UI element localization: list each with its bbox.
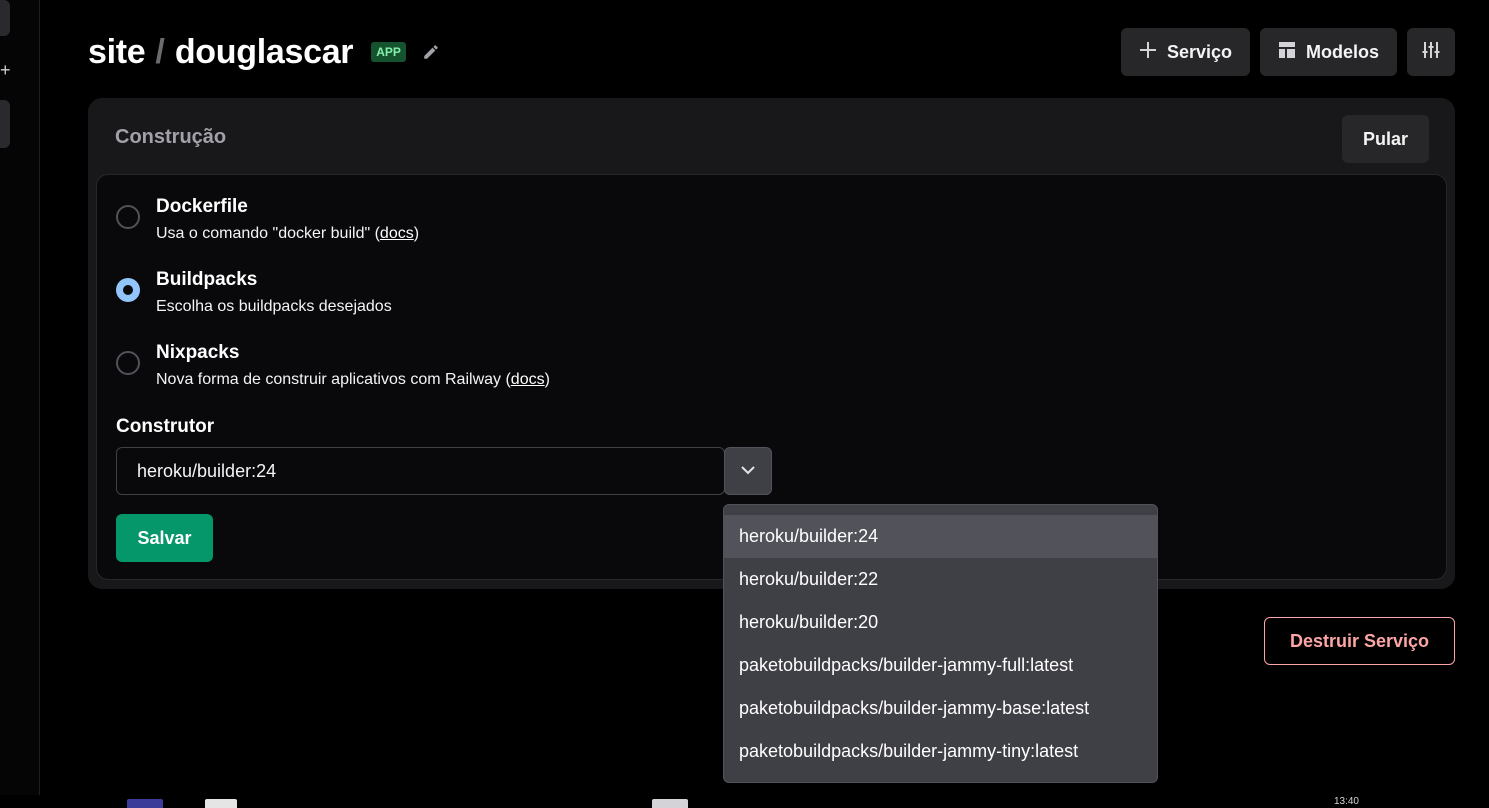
plus-icon (1139, 41, 1157, 64)
dropdown-option[interactable]: paketobuildpacks/builder-jammy-full:late… (724, 644, 1157, 687)
docs-link[interactable]: docs (511, 371, 545, 388)
builder-dropdown-toggle[interactable] (724, 447, 772, 495)
builder-label: Construtor (116, 416, 215, 437)
templates-label: Modelos (1305, 41, 1379, 62)
title-separator: / (155, 32, 165, 71)
skip-button[interactable]: Pular (1342, 115, 1429, 163)
option-title: Dockerfile (156, 196, 248, 217)
builder-input[interactable] (116, 447, 725, 495)
option-title: Buildpacks (156, 269, 258, 290)
left-rail: + (0, 0, 40, 795)
dropdown-option[interactable]: paketobuildpacks/builder-jammy-base:late… (724, 687, 1157, 730)
top-actions: Serviço Modelos (1120, 28, 1455, 76)
build-section-title: Construção (115, 126, 227, 148)
option-title: Nixpacks (156, 342, 240, 363)
taskbar-app-icon[interactable] (205, 799, 237, 808)
chevron-down-icon (740, 462, 756, 480)
radio-nixpacks[interactable] (116, 351, 140, 375)
save-button[interactable]: Salvar (116, 514, 213, 562)
option-dockerfile[interactable]: Dockerfile Usa o comando "docker build" … (116, 195, 419, 245)
page-title: site / douglascar APP (88, 30, 440, 74)
radio-dockerfile[interactable] (116, 205, 140, 229)
radio-buildpacks[interactable] (116, 278, 140, 302)
option-buildpacks[interactable]: Buildpacks Escolha os buildpacks desejad… (116, 268, 392, 318)
dropdown-option[interactable]: heroku/builder:20 (724, 601, 1157, 644)
pencil-icon[interactable] (422, 43, 440, 61)
settings-button[interactable] (1407, 28, 1455, 76)
template-icon (1278, 41, 1296, 64)
rail-item[interactable] (0, 100, 10, 148)
dropdown-option[interactable]: paketobuildpacks/builder-jammy-tiny:late… (724, 730, 1157, 773)
taskbar: 13:40 (0, 795, 1489, 808)
project-name[interactable]: site (88, 33, 146, 72)
app-badge: APP (371, 42, 406, 62)
option-description: Usa o comando "docker build" (docs) (156, 225, 420, 242)
add-service-button[interactable]: Serviço (1120, 28, 1250, 76)
templates-button[interactable]: Modelos (1259, 28, 1397, 76)
option-nixpacks[interactable]: Nixpacks Nova forma de construir aplicat… (116, 341, 550, 391)
destroy-service-button[interactable]: Destruir Serviço (1264, 617, 1455, 665)
dropdown-option[interactable]: heroku/builder:22 (724, 558, 1157, 601)
taskbar-clock: 13:40 (1333, 796, 1359, 807)
service-name: douglascar (174, 32, 354, 71)
rail-item[interactable] (0, 0, 10, 36)
docs-link[interactable]: docs (380, 225, 414, 242)
dropdown-option[interactable]: heroku/builder:24 (724, 515, 1157, 558)
plus-icon[interactable]: + (0, 60, 11, 81)
add-service-label: Serviço (1166, 41, 1232, 62)
builder-dropdown-menu: heroku/builder:24 heroku/builder:22 hero… (723, 504, 1158, 783)
option-description: Nova forma de construir aplicativos com … (156, 371, 550, 388)
sliders-icon (1421, 40, 1441, 65)
taskbar-app-icon[interactable] (652, 799, 688, 808)
option-description: Escolha os buildpacks desejados (156, 298, 392, 315)
taskbar-app-icon[interactable] (127, 799, 163, 808)
